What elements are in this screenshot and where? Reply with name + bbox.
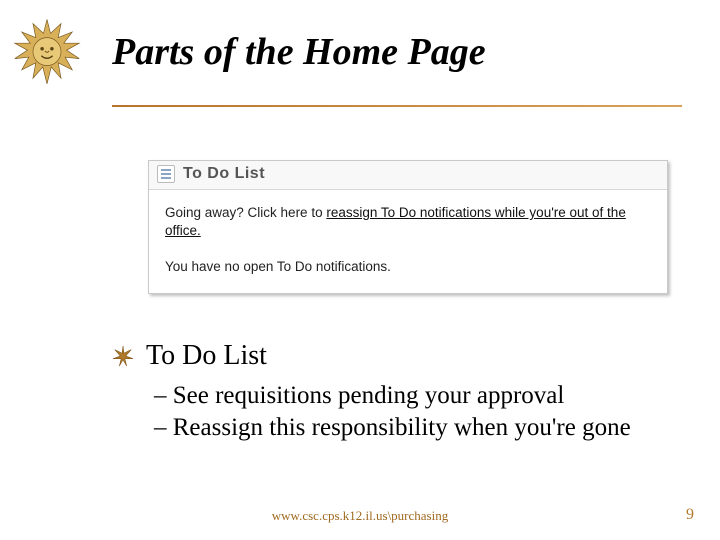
sun-icon — [12, 18, 82, 88]
star-bullet-icon — [112, 345, 134, 367]
panel-body: Going away? Click here to reassign To Do… — [149, 190, 667, 293]
going-away-text: Going away? Click here to reassign To Do… — [165, 204, 651, 240]
sub-bullet-2: – Reassign this responsibility when you'… — [154, 414, 692, 442]
todo-panel: To Do List Going away? Click here to rea… — [148, 160, 668, 294]
footer-url: www.csc.cps.k12.il.us\purchasing — [0, 508, 720, 524]
list-icon — [157, 165, 175, 183]
no-open-notifications: You have no open To Do notifications. — [165, 258, 651, 276]
title-underline — [112, 105, 682, 107]
bullet-block: To Do List – See requisitions pending yo… — [112, 340, 692, 446]
slide-number: 9 — [686, 506, 694, 524]
panel-header: To Do List — [149, 161, 667, 190]
slide-title: Parts of the Home Page — [112, 30, 486, 74]
going-away-prefix: Going away? Click here to — [165, 205, 326, 220]
main-bullet-text: To Do List — [146, 340, 267, 372]
panel-title: To Do List — [183, 165, 265, 183]
sub-bullet-1: – See requisitions pending your approval — [154, 382, 692, 410]
main-bullet: To Do List — [112, 340, 692, 372]
